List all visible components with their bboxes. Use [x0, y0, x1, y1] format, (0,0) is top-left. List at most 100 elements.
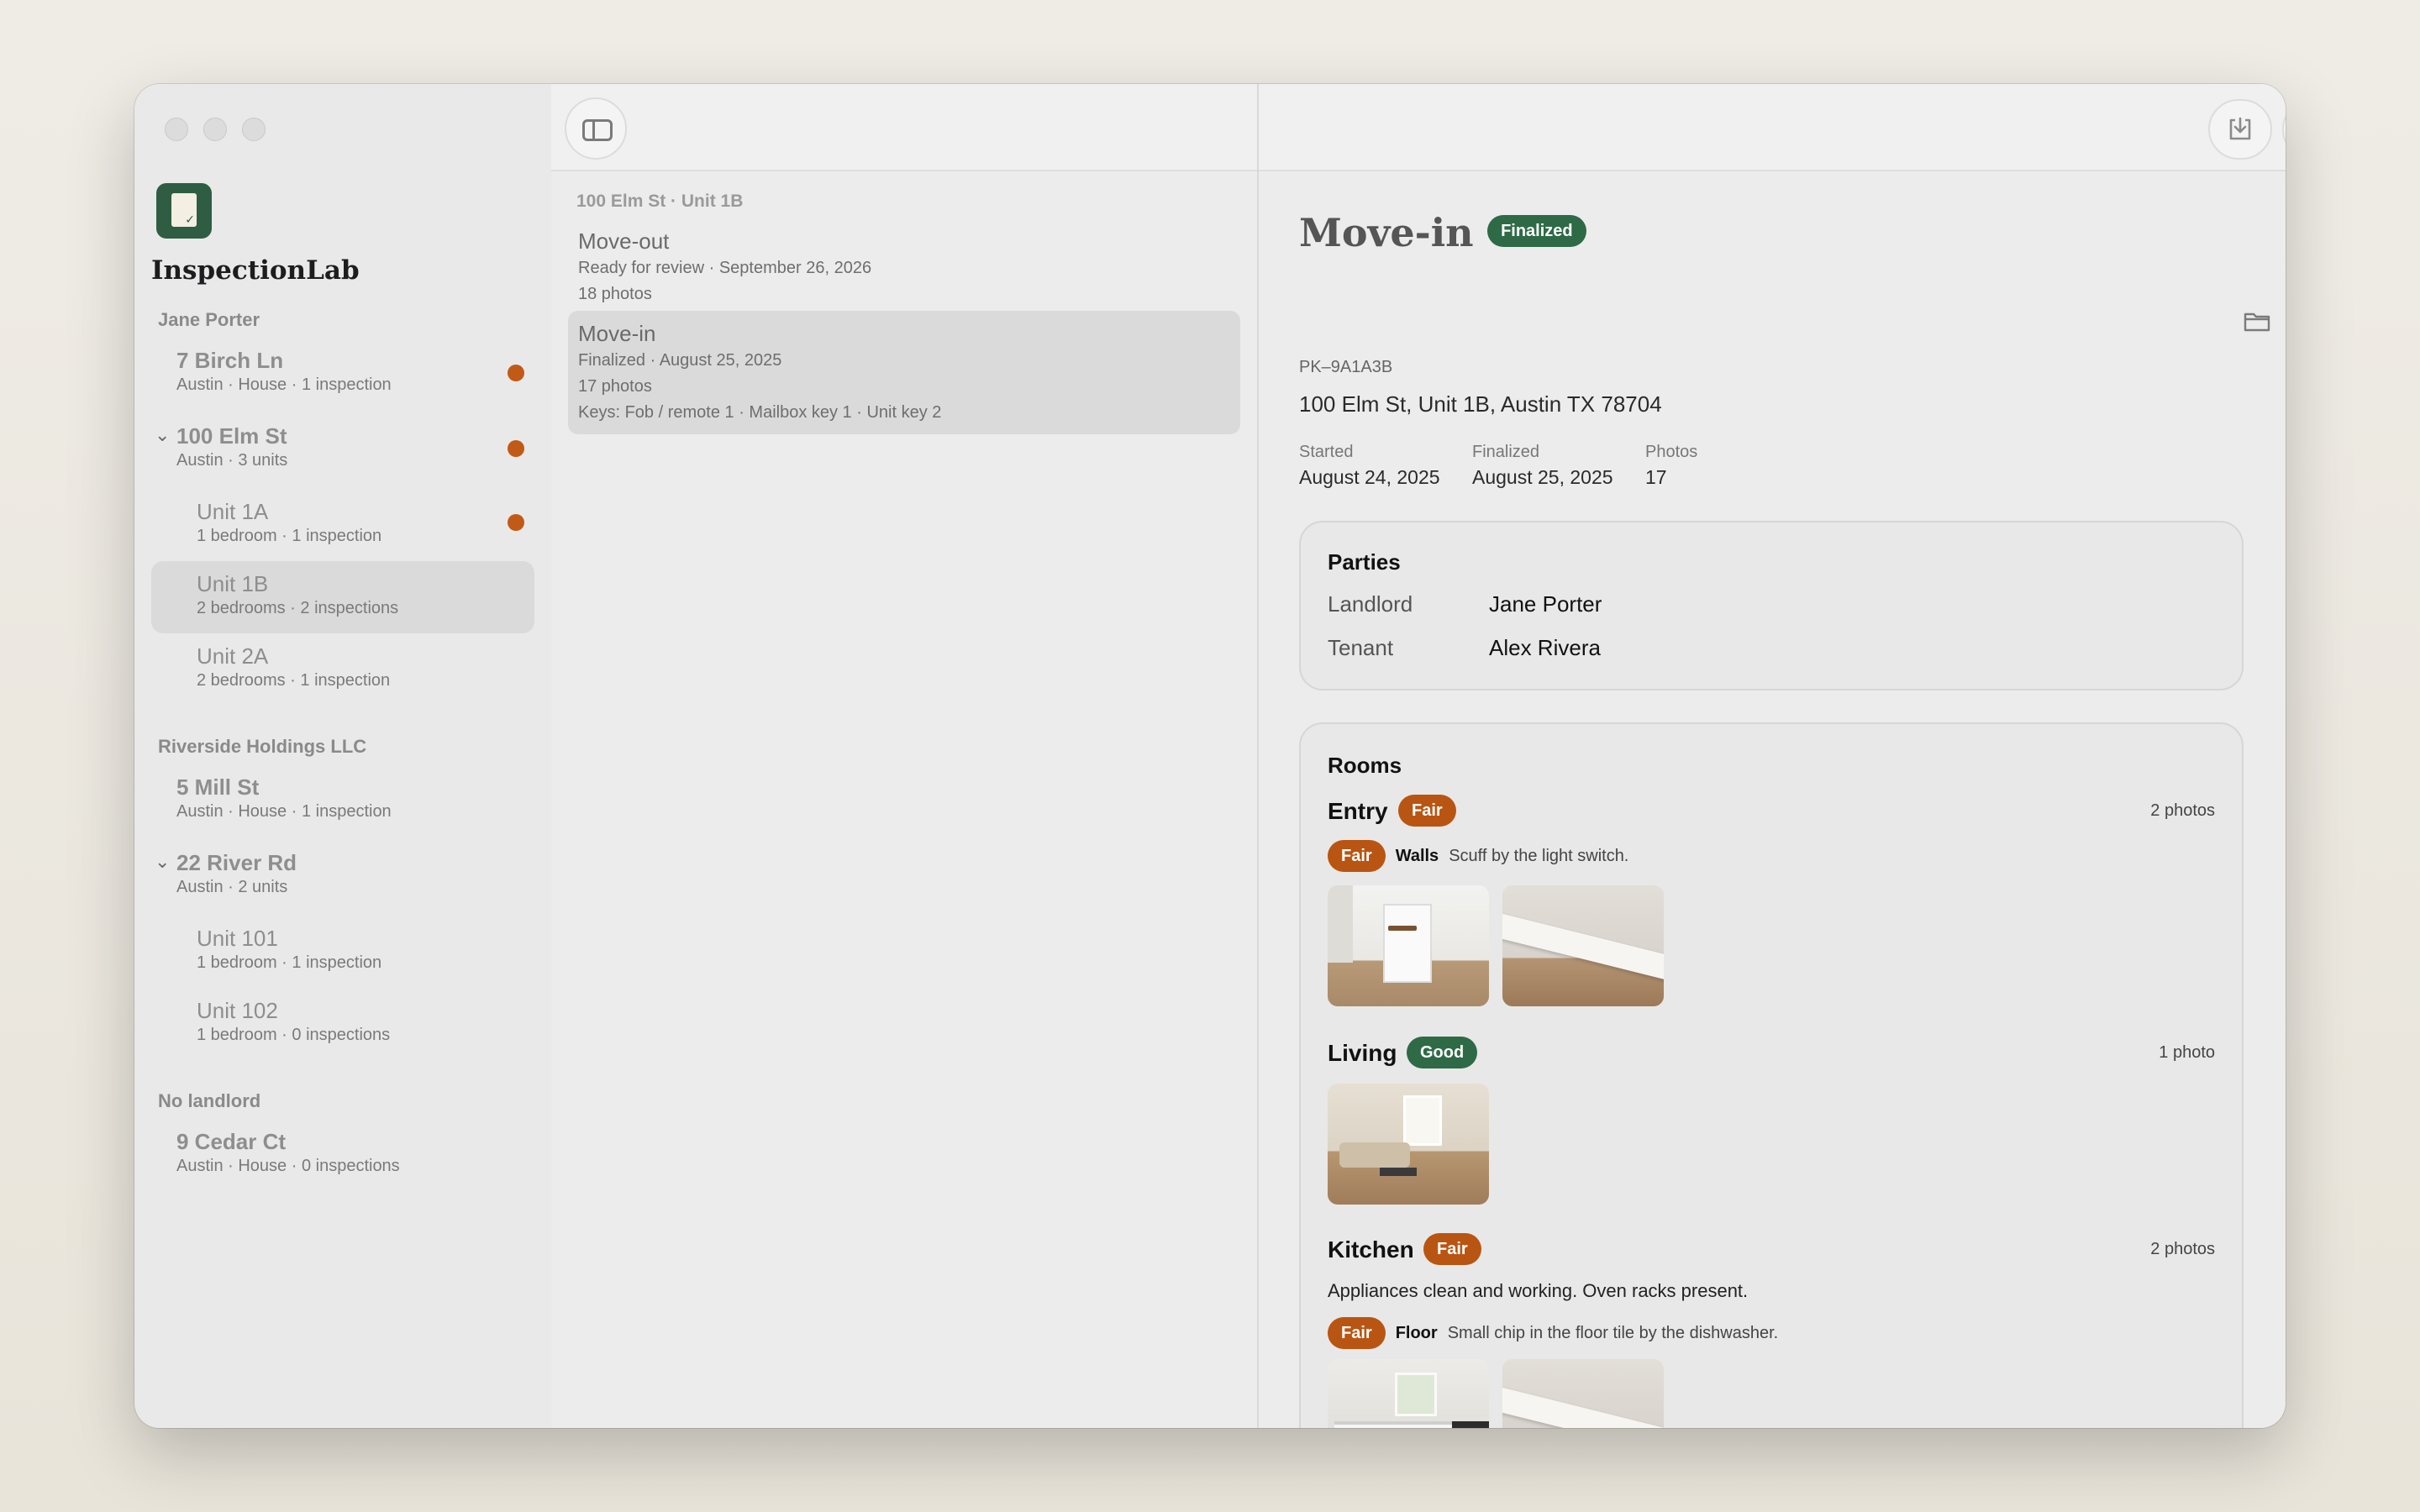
parties-card: Parties Landlord Jane Porter Tenant Alex…	[1299, 521, 2244, 690]
unit-item[interactable]: Unit 101 1 bedroom · 1 inspection	[151, 916, 534, 988]
room-photo-count: 1 photo	[2159, 1043, 2215, 1062]
room-photo[interactable]	[1502, 885, 1664, 1006]
room-photo[interactable]	[1328, 1084, 1489, 1205]
property-title: 22 River Rd	[176, 850, 297, 875]
party-role: Landlord	[1328, 591, 1413, 617]
room-name: Living	[1328, 1040, 1397, 1066]
property-title: 9 Cedar Ct	[176, 1129, 287, 1154]
inspection-title: Move-out	[578, 228, 670, 254]
inspection-title: Move-in	[578, 321, 656, 346]
attention-dot	[508, 514, 524, 531]
meta-value: August 25, 2025	[1472, 466, 1613, 488]
export-button[interactable]	[2208, 99, 2272, 160]
property-subtitle: Austin · 3 units	[176, 451, 288, 470]
property-item[interactable]: ⌄ 100 Elm St Austin · 3 units	[151, 413, 534, 489]
inspection-code: PK–9A1A3B	[1299, 358, 1393, 376]
room-photo-count: 2 photos	[2150, 1240, 2215, 1258]
meta-finalized: Finalized August 25, 2025	[1472, 440, 1613, 491]
party-name: Jane Porter	[1489, 591, 1602, 617]
meta-label: Started	[1299, 443, 1354, 461]
meta-value: 17	[1645, 466, 1667, 488]
attention-dot	[508, 365, 524, 381]
close-window-button[interactable]	[165, 118, 188, 141]
property-subtitle: Austin · House · 1 inspection	[176, 375, 392, 394]
inspection-title: Move-in	[1299, 210, 1474, 255]
inspection-photos: 18 photos	[578, 285, 652, 303]
app-window: InspectionLab Jane Porter 7 Birch Ln Aus…	[134, 84, 2286, 1428]
unit-item-selected[interactable]: Unit 1B 2 bedrooms · 2 inspections	[151, 561, 534, 633]
room-rating-badge: Fair	[1423, 1233, 1481, 1265]
group-title: Riverside Holdings LLC	[158, 736, 367, 757]
unit-item[interactable]: Unit 2A 2 bedrooms · 1 inspection	[151, 633, 534, 706]
window-controls	[165, 118, 266, 141]
room-photo[interactable]	[1328, 885, 1489, 1006]
party-role: Tenant	[1328, 635, 1394, 660]
group-title: No landlord	[158, 1090, 261, 1111]
unit-subtitle: 2 bedrooms · 2 inspections	[197, 599, 399, 617]
issue-area: Floor	[1395, 1323, 1438, 1342]
unit-item[interactable]: Unit 102 1 bedroom · 0 inspections	[151, 988, 534, 1060]
detail-header: Move-in Finalized	[1299, 210, 2249, 255]
property-address: 100 Elm St, Unit 1B, Austin TX 78704	[1299, 391, 1662, 417]
room-rating-badge: Good	[1407, 1037, 1478, 1068]
unit-title: Unit 2A	[197, 643, 269, 669]
room-name: Kitchen	[1328, 1236, 1414, 1263]
inspection-status: Ready for review · September 26, 2026	[578, 259, 872, 277]
unit-item[interactable]: Unit 1A 1 bedroom · 1 inspection	[151, 489, 534, 561]
unit-subtitle: 1 bedroom · 1 inspection	[197, 953, 382, 972]
inspection-keys: Keys: Fob / remote 1 · Mailbox key 1 · U…	[578, 403, 942, 422]
group-title: Jane Porter	[158, 309, 260, 330]
folder-icon[interactable]	[2240, 304, 2274, 338]
chevron-down-icon[interactable]: ⌄	[155, 425, 170, 446]
issue-text: Small chip in the floor tile by the dish…	[1447, 1323, 1779, 1342]
room-issue: Fair Floor Small chip in the floor tile …	[1328, 1317, 1778, 1349]
property-item[interactable]: 9 Cedar Ct Austin · House · 0 inspection…	[151, 1119, 534, 1194]
unit-title: Unit 102	[197, 998, 278, 1023]
chevron-down-icon[interactable]: ⌄	[155, 852, 170, 873]
property-item[interactable]: 5 Mill St Austin · House · 1 inspection	[151, 764, 534, 840]
property-subtitle: Austin · House · 0 inspections	[176, 1157, 400, 1175]
issue-rating-badge: Fair	[1328, 840, 1386, 872]
property-list: Jane Porter 7 Birch Ln Austin · House · …	[151, 302, 534, 1194]
breadcrumb: 100 Elm St · Unit 1B	[576, 192, 744, 211]
zoom-window-button[interactable]	[242, 118, 266, 141]
detail-toolbar	[1259, 84, 2286, 171]
meta-started: Started August 24, 2025	[1299, 440, 1440, 491]
inspection-list-pane: 100 Elm St · Unit 1B Move-out Ready for …	[551, 84, 1259, 1428]
property-subtitle: Austin · 2 units	[176, 878, 288, 896]
room-rating-badge: Fair	[1398, 795, 1456, 827]
property-item[interactable]: ⌄ 22 River Rd Austin · 2 units	[151, 840, 534, 916]
list-toolbar	[551, 84, 1257, 171]
inspection-item-selected[interactable]: Move-in Finalized · August 25, 2025 17 p…	[568, 311, 1240, 434]
inspection-item[interactable]: Move-out Ready for review · September 26…	[568, 218, 1240, 316]
unit-subtitle: 1 bedroom · 1 inspection	[197, 527, 382, 545]
unit-title: Unit 1A	[197, 499, 269, 524]
room-photo[interactable]	[1328, 1359, 1489, 1428]
property-title: 7 Birch Ln	[176, 348, 284, 373]
unit-subtitle: 1 bedroom · 0 inspections	[197, 1026, 391, 1044]
toggle-sidebar-button[interactable]	[565, 97, 627, 160]
sidebar: InspectionLab Jane Porter 7 Birch Ln Aus…	[134, 84, 551, 1428]
unit-subtitle: 2 bedrooms · 1 inspection	[197, 671, 391, 690]
unit-title: Unit 101	[197, 926, 278, 951]
property-title: 5 Mill St	[176, 774, 260, 800]
sidebar-toggle-icon	[582, 119, 613, 141]
attention-dot	[508, 440, 524, 457]
rooms-card: Rooms Entry Fair 2 photos Fair Walls Scu…	[1299, 722, 2244, 1428]
room-issue: Fair Walls Scuff by the light switch.	[1328, 840, 1628, 872]
room-note: Appliances clean and working. Oven racks…	[1328, 1280, 1749, 1301]
status-badge: Finalized	[1487, 215, 1586, 247]
issue-area: Walls	[1395, 846, 1439, 865]
app-logo-icon	[156, 183, 212, 239]
unit-title: Unit 1B	[197, 571, 269, 596]
meta-photos: Photos 17	[1645, 440, 1697, 491]
inspection-photos: 17 photos	[578, 377, 652, 396]
add-menu-button[interactable]	[2282, 99, 2286, 160]
inspection-status: Finalized · August 25, 2025	[578, 351, 782, 370]
issue-rating-badge: Fair	[1328, 1317, 1386, 1349]
app-name: InspectionLab	[151, 255, 360, 286]
minimize-window-button[interactable]	[203, 118, 227, 141]
property-item[interactable]: 7 Birch Ln Austin · House · 1 inspection	[151, 338, 534, 413]
room-photo[interactable]	[1502, 1359, 1664, 1428]
parties-title: Parties	[1328, 549, 1401, 575]
